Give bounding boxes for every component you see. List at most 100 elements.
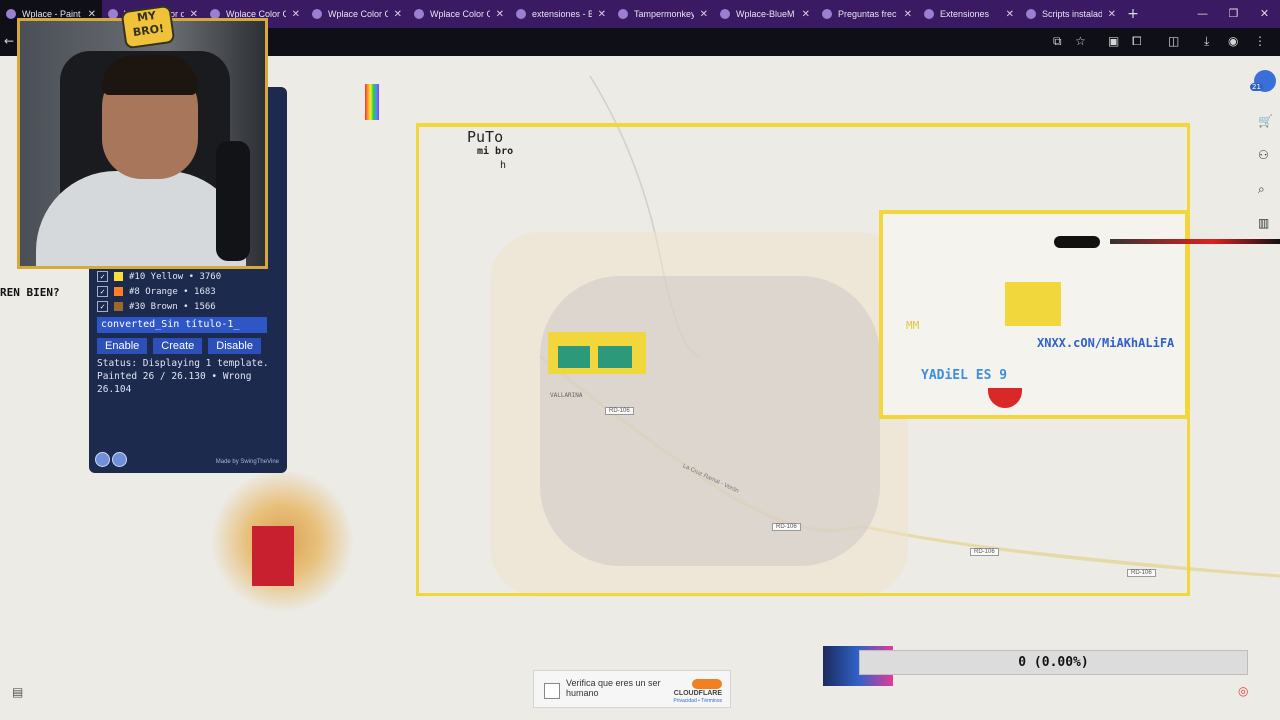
road-label: RD-106 [1127, 569, 1156, 577]
road-label: RD-106 [772, 523, 801, 531]
sidepanel-icon[interactable]: ◫ [1168, 34, 1179, 48]
tab-favicon-icon [312, 9, 322, 19]
flag-icon[interactable] [95, 452, 110, 467]
status-line: Status: Displaying 1 template. [97, 358, 269, 369]
captcha-checkbox[interactable] [544, 683, 560, 699]
close-window-button[interactable]: ✕ [1249, 0, 1280, 28]
store-cart-icon[interactable]: 🛒 [1258, 114, 1273, 128]
panel-icons [95, 452, 127, 467]
tab-favicon-icon [516, 9, 526, 19]
disable-button[interactable]: Disable [208, 338, 261, 354]
close-tab-icon[interactable]: ✕ [1006, 9, 1014, 20]
close-tab-icon[interactable]: ✕ [904, 9, 912, 20]
browser-tab[interactable]: extensiones - B ✕ [510, 0, 612, 28]
pixel-text-yadiel: YADiEL ES 9 [921, 368, 1008, 383]
new-tab-button[interactable]: + [1122, 6, 1144, 22]
cloudflare-logo: CLOUDFLARE Privacidad • Términos [673, 679, 722, 704]
pixel-art-black-stroke [1054, 236, 1100, 248]
pixel-art-rainbow [365, 84, 379, 120]
create-button[interactable]: Create [153, 338, 203, 354]
close-tab-icon[interactable]: ✕ [496, 9, 504, 20]
color-swatch [114, 272, 123, 281]
webcam-person-hair [102, 55, 198, 95]
browser-tab[interactable]: Tampermonkey ✕ [612, 0, 714, 28]
extension-badge-icon[interactable]: ▣ [1108, 34, 1119, 48]
stream-side-text: REN BIEN? [0, 286, 60, 299]
color-row[interactable]: ✓ #30 Brown • 1566 [97, 301, 216, 312]
tab-label: Scripts instalad [1042, 9, 1102, 19]
pixel-text-h: h [500, 160, 507, 171]
pixel-art-teal-block [558, 346, 590, 368]
map-place-label: VALLARINA [550, 392, 583, 399]
pixel-text-xnxx: XNXX.cON/MiAKhALiFA [1037, 336, 1175, 350]
captcha-text: Verifica que eres un ser humano [566, 678, 661, 698]
window-controls: — ❐ ✕ [1187, 0, 1280, 28]
color-checkbox[interactable]: ✓ [97, 271, 108, 282]
browser-tab[interactable]: Preguntas frec ✕ [816, 0, 918, 28]
browser-menu-icon[interactable]: ⋮ [1254, 34, 1266, 48]
search-icon[interactable]: ⌕ [1258, 182, 1265, 197]
location-pin-icon[interactable]: ◎ [1238, 684, 1248, 698]
color-checkbox[interactable]: ✓ [97, 301, 108, 312]
template-buttons: Enable Create Disable [97, 338, 261, 354]
color-swatch [114, 302, 123, 311]
tab-favicon-icon [1026, 9, 1036, 19]
browser-tab[interactable]: Extensiones ✕ [918, 0, 1020, 28]
color-row[interactable]: ✓ #10 Yellow • 3760 [97, 271, 221, 282]
download-icon[interactable]: ⤓ [1204, 34, 1209, 49]
layers-icon[interactable]: ▤ [12, 685, 23, 699]
browser-tab[interactable]: Wplace Color C ✕ [408, 0, 510, 28]
cloudflare-cloud-icon [692, 679, 722, 689]
status-line: 26.104 [97, 384, 132, 395]
tab-label: Tampermonkey [634, 9, 694, 19]
leaderboard-icon[interactable]: ▥ [1258, 216, 1269, 230]
close-tab-icon[interactable]: ✕ [598, 9, 606, 20]
alliance-users-icon[interactable]: ⚇ [1258, 148, 1269, 162]
road-label: RD-106 [605, 407, 634, 415]
globe-icon[interactable] [112, 452, 127, 467]
minimize-button[interactable]: — [1187, 0, 1218, 28]
tab-label: Wplace-BlueM [736, 9, 795, 19]
browser-tab[interactable]: Wplace Color C ✕ [306, 0, 408, 28]
close-tab-icon[interactable]: ✕ [292, 9, 300, 20]
extensions-puzzle-icon[interactable]: ⧠ [1132, 34, 1142, 49]
tab-label: Preguntas frec [838, 9, 897, 19]
template-name-input[interactable]: converted_Sin título-1_ [97, 317, 267, 333]
color-label: #10 Yellow • 3760 [129, 271, 222, 282]
pixel-text-mm: MM [906, 319, 920, 332]
webcam-overlay [17, 18, 268, 269]
maximize-button[interactable]: ❐ [1218, 0, 1249, 28]
pixel-art-teal-block [598, 346, 632, 368]
pixel-art-red-cape [252, 526, 294, 586]
tab-favicon-icon [924, 9, 934, 19]
avatar-badge: 21 [1250, 83, 1263, 91]
captcha-links[interactable]: Privacidad • Términos [673, 698, 722, 704]
bookmark-star-icon[interactable]: ☆ [1075, 34, 1086, 48]
close-tab-icon[interactable]: ✕ [1108, 9, 1116, 20]
install-icon[interactable]: ⧉ [1053, 34, 1062, 49]
color-row[interactable]: ✓ #8 Orange • 1683 [97, 286, 216, 297]
status-text: Status: Displaying 1 template. Painted 2… [97, 357, 283, 396]
close-tab-icon[interactable]: ✕ [394, 9, 402, 20]
back-icon[interactable]: ← [4, 34, 14, 48]
tab-label: Extensiones [940, 9, 990, 19]
road-label: RD-106 [970, 548, 999, 556]
profile-icon[interactable]: ◉ [1228, 34, 1238, 48]
tab-favicon-icon [6, 9, 16, 19]
paint-progress-bar: 0 (0.00%) [859, 650, 1248, 675]
cloudflare-brand: CLOUDFLARE [673, 690, 722, 697]
tab-favicon-icon [618, 9, 628, 19]
stream-logo-badge: MY BRO! [120, 4, 176, 50]
browser-tab[interactable]: Wplace-BlueM ✕ [714, 0, 816, 28]
tab-favicon-icon [822, 9, 832, 19]
color-swatch [114, 287, 123, 296]
browser-tab[interactable]: Scripts instalad ✕ [1020, 0, 1122, 28]
made-by-credit: Made by SwingTheVine [215, 459, 279, 465]
tab-label: Wplace Color C [430, 9, 490, 19]
tab-label: Wplace Color C [328, 9, 388, 19]
close-tab-icon[interactable]: ✕ [802, 9, 810, 20]
close-tab-icon[interactable]: ✕ [700, 9, 708, 20]
color-checkbox[interactable]: ✓ [97, 286, 108, 297]
enable-button[interactable]: Enable [97, 338, 148, 354]
right-rail: 21 🛒 ⚇ ⌕ ▥ [1248, 56, 1280, 720]
